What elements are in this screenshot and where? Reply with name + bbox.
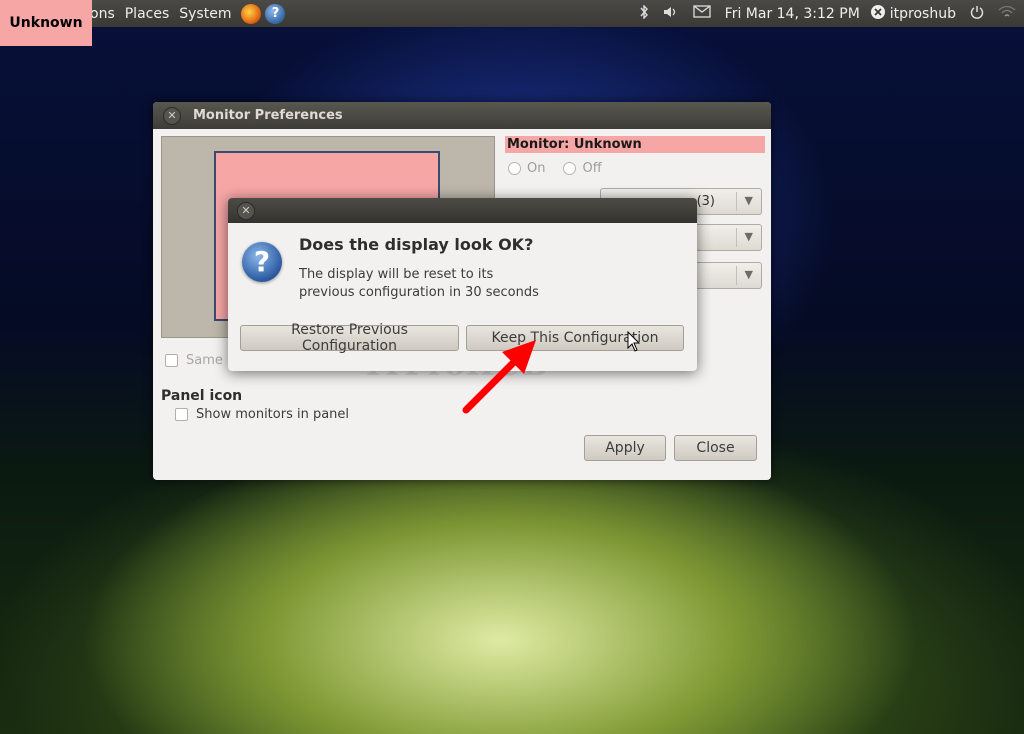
red-arrow-annotation-icon [462,340,536,414]
unknown-monitor-overlay: Unknown [0,0,92,46]
panel-menu-bar: ons Places System ? [90,0,289,27]
monitor-name-label: Monitor: Unknown [505,136,765,153]
dialog-message-line-1: The display will be reset to its [299,267,494,282]
power-icon[interactable] [970,5,984,23]
firefox-icon[interactable] [241,3,262,24]
close-button[interactable]: Close [674,435,757,461]
dialog-title: Does the display look OK? [299,235,534,254]
mail-icon[interactable] [693,5,711,22]
chevron-down-icon: ▼ [744,230,753,243]
top-panel: ons Places System ? Fri Mar 14, 3:12 PM … [0,0,1024,27]
show-monitors-label: Show monitors in panel [196,407,350,422]
show-monitors-checkbox[interactable] [175,408,188,421]
close-icon[interactable]: ✕ [163,106,181,125]
restore-previous-configuration-button[interactable]: Restore Previous Configuration [240,322,459,354]
show-monitors-row: Show monitors in panel [175,407,349,422]
help-icon[interactable]: ? [265,3,286,24]
network-icon[interactable] [998,5,1016,23]
clock-text[interactable]: Fri Mar 14, 3:12 PM [725,6,860,22]
user-status-icon[interactable] [870,4,886,24]
dialog-titlebar[interactable]: ✕ [228,198,697,223]
chevron-down-icon: ▼ [744,268,753,281]
chevron-down-icon: ▼ [744,194,753,207]
on-radio-label: On [527,161,546,176]
applications-menu[interactable]: ons [90,6,115,22]
same-image-row: Same i [165,353,231,368]
user-name[interactable]: itproshub [890,6,956,22]
system-menu[interactable]: System [179,6,231,22]
panel-icon-heading: Panel icon [161,388,243,404]
apply-button[interactable]: Apply [584,435,666,461]
system-tray: Fri Mar 14, 3:12 PM itproshub [639,0,1024,27]
off-radio[interactable] [563,162,577,175]
power-radio-group: On Off [508,161,602,176]
dialog-message: The display will be reset to its previou… [299,266,659,302]
bluetooth-icon[interactable] [639,3,649,23]
on-radio[interactable] [508,162,521,175]
same-image-label: Same i [186,353,231,368]
window-title: Monitor Preferences [193,108,343,123]
mouse-cursor-icon [627,331,641,352]
window-titlebar[interactable]: ✕ Monitor Preferences [153,102,771,129]
question-icon: ? [242,242,282,282]
resolution-value: (3) [696,194,715,209]
close-icon[interactable]: ✕ [237,201,255,220]
off-radio-label: Off [582,161,602,176]
same-image-checkbox[interactable] [165,354,178,367]
places-menu[interactable]: Places [125,6,170,22]
dialog-message-line-2: previous configuration in 30 seconds [299,285,539,300]
volume-icon[interactable] [663,5,679,23]
